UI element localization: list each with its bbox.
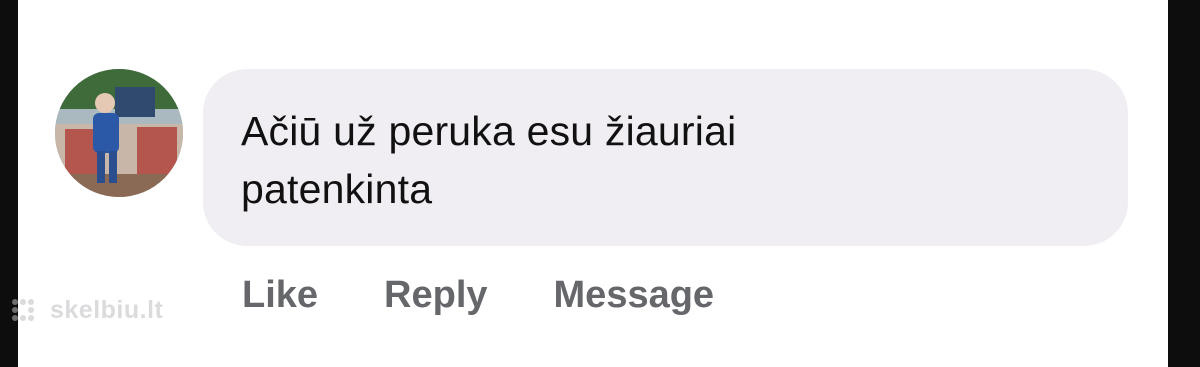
comment-bubble[interactable]: Ačiū už peruka esu žiauriai patenkinta — [203, 69, 1128, 246]
watermark-text: skelbiu.lt — [50, 295, 164, 324]
comment-text: Ačiū už peruka esu žiauriai patenkinta — [241, 108, 737, 212]
watermark: skelbiu.lt — [6, 293, 163, 327]
like-button[interactable]: Like — [242, 274, 318, 317]
commenter-avatar[interactable] — [55, 69, 183, 197]
avatar-photo-icon — [55, 69, 183, 197]
comment-screenshot: Ačiū už peruka esu žiauriai patenkinta L… — [18, 0, 1168, 367]
reply-button[interactable]: Reply — [384, 274, 487, 317]
message-button[interactable]: Message — [554, 274, 715, 317]
comment-actions: Like Reply Message — [242, 267, 780, 323]
watermark-logo-icon — [6, 293, 40, 327]
